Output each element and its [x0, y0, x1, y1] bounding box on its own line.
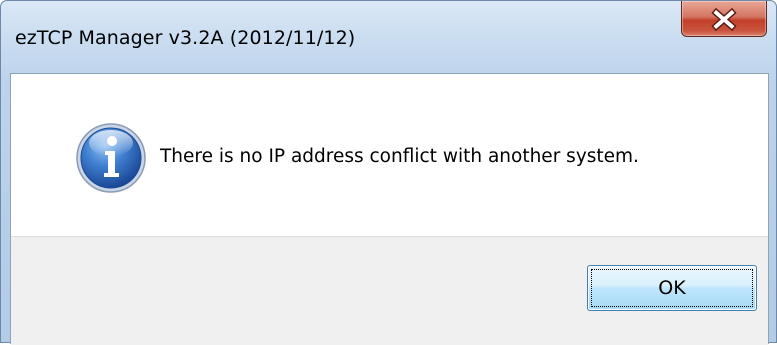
ok-button-label: OK	[658, 277, 686, 299]
title-bar[interactable]: ezTCP Manager v3.2A (2012/11/12)	[1, 1, 776, 73]
dialog-window: ezTCP Manager v3.2A (2012/11/12) There i…	[0, 0, 777, 345]
message-text: There is no IP address conflict with ano…	[160, 146, 639, 167]
close-button[interactable]	[681, 1, 767, 37]
info-icon	[76, 123, 146, 193]
window-title: ezTCP Manager v3.2A (2012/11/12)	[15, 27, 356, 49]
button-area: OK	[11, 236, 768, 345]
message-area: There is no IP address conflict with ano…	[11, 74, 768, 236]
ok-button[interactable]: OK	[587, 265, 757, 311]
close-x-icon	[711, 7, 737, 32]
dialog-client-area: There is no IP address conflict with ano…	[10, 73, 769, 345]
